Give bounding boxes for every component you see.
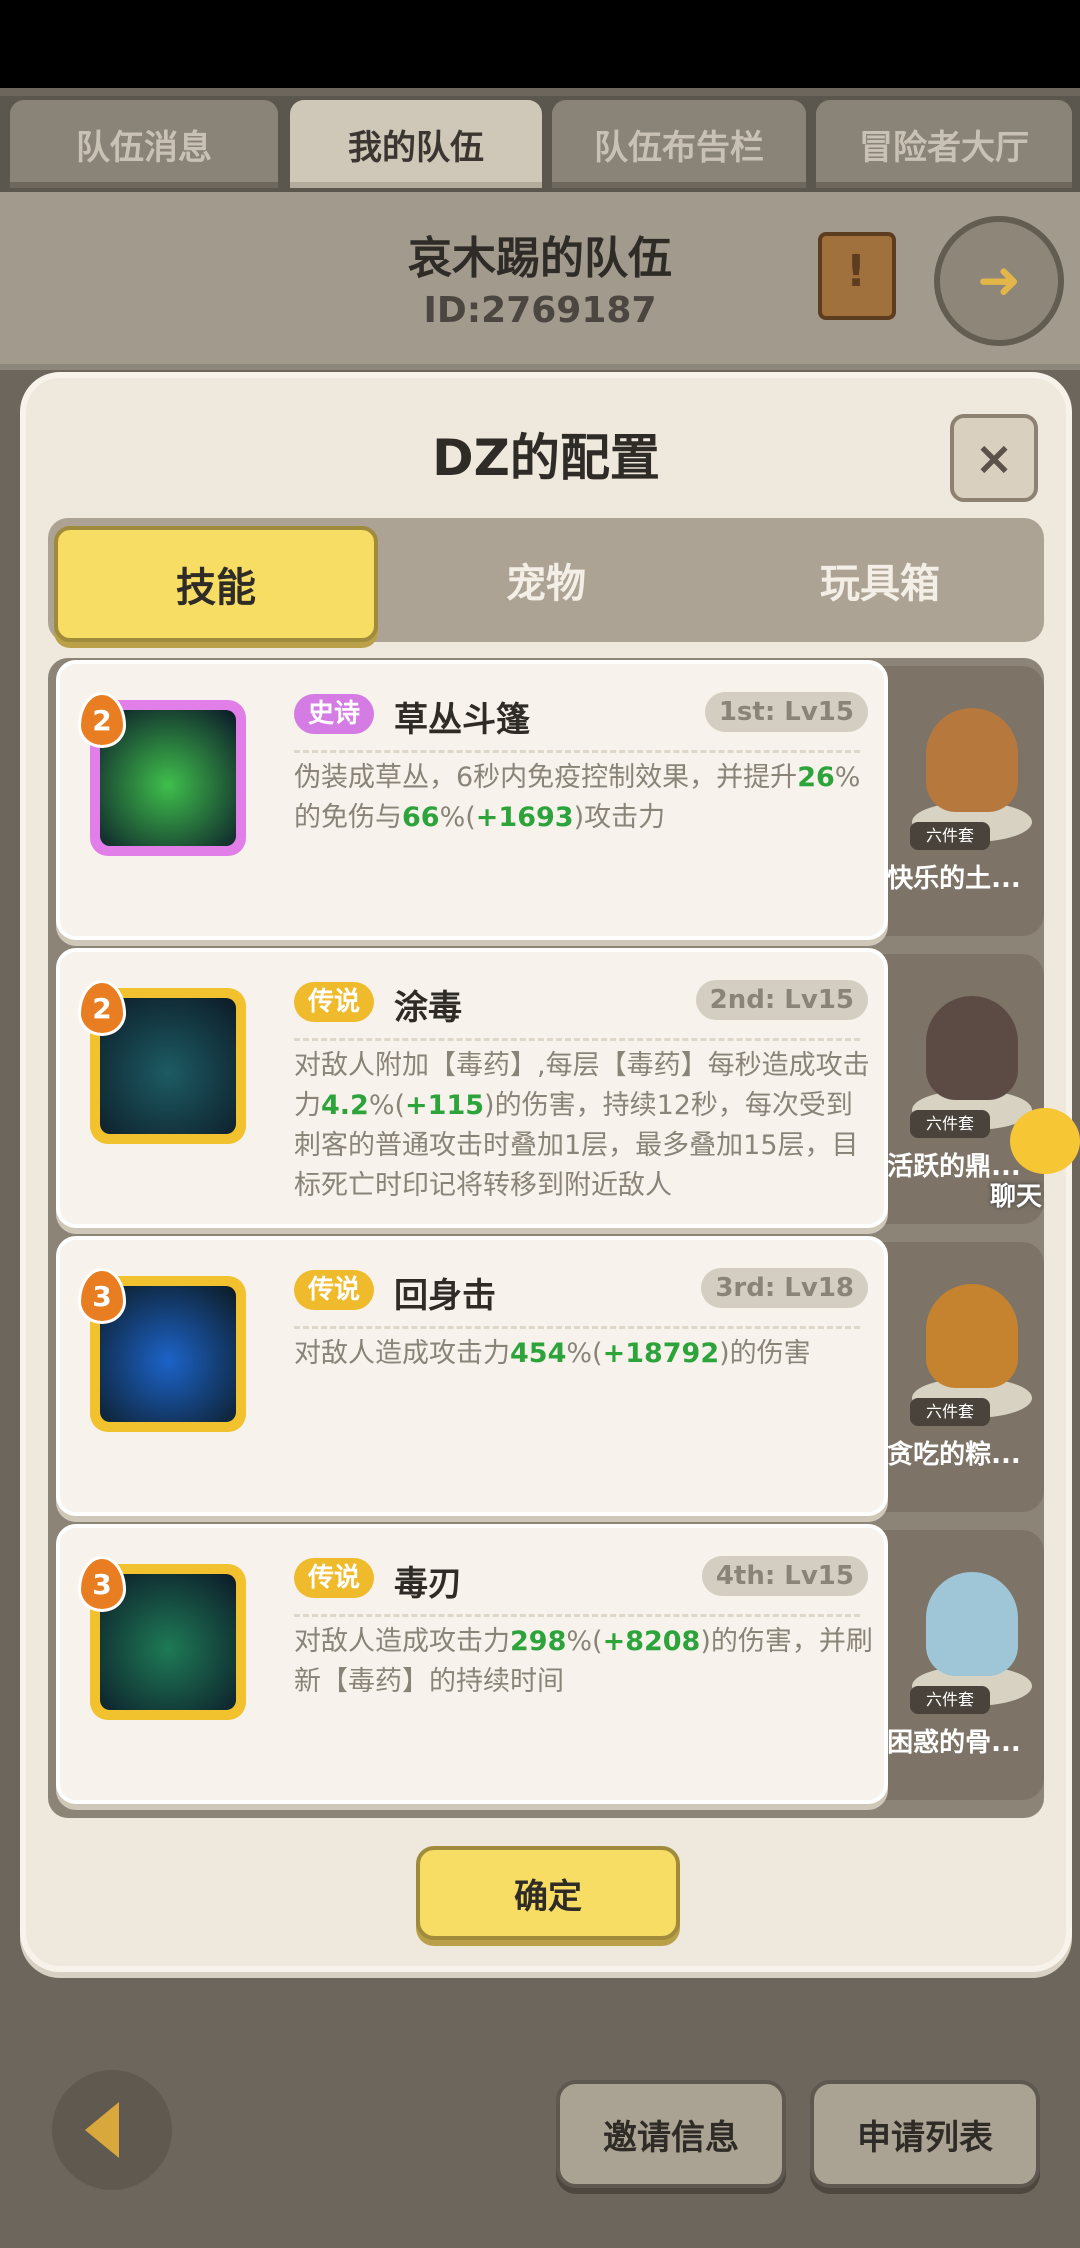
skill-list: 六件套 快乐的土... 2 史诗 草丛斗篷 1st: Lv15 伪装成草丛，6秒…: [48, 658, 1044, 1818]
pet-slot[interactable]: 六件套 困惑的骨...: [864, 1530, 1044, 1800]
tab-skills[interactable]: 技能: [54, 526, 378, 642]
close-button[interactable]: ×: [950, 414, 1038, 502]
config-modal: DZ的配置 × 技能 宠物 玩具箱 六件套 快乐的土... 2 史诗 草丛斗篷 …: [20, 372, 1072, 1972]
skill-row: 六件套 快乐的土... 2 史诗 草丛斗篷 1st: Lv15 伪装成草丛，6秒…: [48, 660, 1044, 940]
pet-set-badge: 六件套: [910, 1398, 990, 1426]
modal-title: DZ的配置: [432, 429, 660, 487]
slot-level: 1st: Lv15: [704, 692, 868, 732]
slot-level: 4th: Lv15: [701, 1556, 868, 1596]
pet-body: [926, 1572, 1018, 1676]
tab-toybox[interactable]: 玩具箱: [722, 526, 1038, 634]
skill-description: 伪装成草丛，6秒内免疫控制效果，并提升26%的免伤与66%(+1693)攻击力: [294, 762, 861, 833]
rarity-tag: 史诗: [294, 694, 375, 734]
skill-name: 毒刃: [394, 1564, 462, 1604]
skill-row: 六件套 困惑的骨... 3 传说 毒刃 4th: Lv15 对敌人造成攻击力29…: [48, 1524, 1044, 1804]
tab-pets[interactable]: 宠物: [388, 526, 704, 634]
pet-name: 贪吃的粽...: [887, 1440, 1021, 1470]
pet-set-badge: 六件套: [910, 1110, 990, 1138]
rarity-tag: 传说: [294, 1558, 375, 1598]
confirm-button[interactable]: 确定: [416, 1846, 680, 1940]
tab-my-team[interactable]: 我的队伍: [290, 100, 542, 188]
pet-figure-icon: [886, 1540, 1032, 1706]
slot-level: 3rd: Lv18: [701, 1268, 868, 1308]
skill-card[interactable]: 3 传说 回身击 3rd: Lv18 对敌人造成攻击力454%(+18792)的…: [56, 1236, 888, 1516]
skill-name: 回身击: [394, 1276, 496, 1316]
top-tabs: 队伍消息 我的队伍 队伍布告栏 冒险者大厅: [0, 96, 1080, 192]
pet-body: [926, 1284, 1018, 1388]
pet-body: [926, 996, 1018, 1100]
pet-name: 快乐的土...: [887, 864, 1021, 894]
skill-description: 对敌人造成攻击力454%(+18792)的伤害: [294, 1338, 811, 1369]
invite-info-button[interactable]: 邀请信息: [556, 2080, 786, 2188]
tab-team-messages[interactable]: 队伍消息: [10, 100, 278, 188]
pet-set-badge: 六件套: [910, 1686, 990, 1714]
pet-slot[interactable]: 六件套 快乐的土...: [864, 666, 1044, 936]
pet-body: [926, 708, 1018, 812]
back-arrow-icon: [85, 2102, 119, 2158]
skill-card[interactable]: 3 传说 毒刃 4th: Lv15 对敌人造成攻击力298%(+8208)的伤害…: [56, 1524, 888, 1804]
skill-card[interactable]: 2 史诗 草丛斗篷 1st: Lv15 伪装成草丛，6秒内免疫控制效果，并提升2…: [56, 660, 888, 940]
slot-level: 2nd: Lv15: [695, 980, 868, 1020]
skill-row: 六件套 活跃的鼎... 2 传说 涂毒 2nd: Lv15 对敌人附加【毒药】,…: [48, 948, 1044, 1228]
pet-figure-icon: [886, 676, 1032, 842]
rarity-tag: 传说: [294, 982, 375, 1022]
pet-set-badge: 六件套: [910, 822, 990, 850]
team-header: 哀木踢的队伍 ID:2769187 ➜: [0, 192, 1080, 370]
pet-figure-icon: [886, 1252, 1032, 1418]
tab-adventurer-hall[interactable]: 冒险者大厅: [816, 100, 1072, 188]
skill-name: 涂毒: [394, 988, 462, 1028]
status-bar: [0, 0, 1080, 88]
pet-figure-icon: [886, 964, 1032, 1130]
skill-description: 对敌人附加【毒药】,每层【毒药】每秒造成攻击力4.2%(+115)的伤害，持续1…: [294, 1050, 870, 1201]
skill-description: 对敌人造成攻击力298%(+8208)的伤害，并刷新【毒药】的持续时间: [294, 1626, 873, 1697]
back-button[interactable]: [52, 2070, 172, 2190]
scroll-icon[interactable]: [818, 232, 896, 320]
team-name: 哀木踢的队伍: [408, 233, 672, 284]
team-id: ID:2769187: [423, 290, 657, 331]
skill-card[interactable]: 2 传说 涂毒 2nd: Lv15 对敌人附加【毒药】,每层【毒药】每秒造成攻击…: [56, 948, 888, 1228]
chat-label: 聊天: [990, 1182, 1043, 1212]
pet-slot[interactable]: 六件套 贪吃的粽...: [864, 1242, 1044, 1512]
skill-row: 六件套 贪吃的粽... 3 传说 回身击 3rd: Lv18 对敌人造成攻击力4…: [48, 1236, 1044, 1516]
pet-name: 困惑的骨...: [887, 1728, 1021, 1758]
exit-team-button[interactable]: ➜: [934, 216, 1064, 346]
skill-name: 草丛斗篷: [394, 700, 530, 740]
apply-list-button[interactable]: 申请列表: [810, 2080, 1040, 2188]
chat-bubble-icon: [1010, 1108, 1080, 1174]
chat-button[interactable]: 聊天: [990, 1108, 1080, 1212]
rarity-tag: 传说: [294, 1270, 375, 1310]
tab-team-board[interactable]: 队伍布告栏: [552, 100, 806, 188]
segment-tabs: 技能 宠物 玩具箱: [48, 518, 1044, 642]
